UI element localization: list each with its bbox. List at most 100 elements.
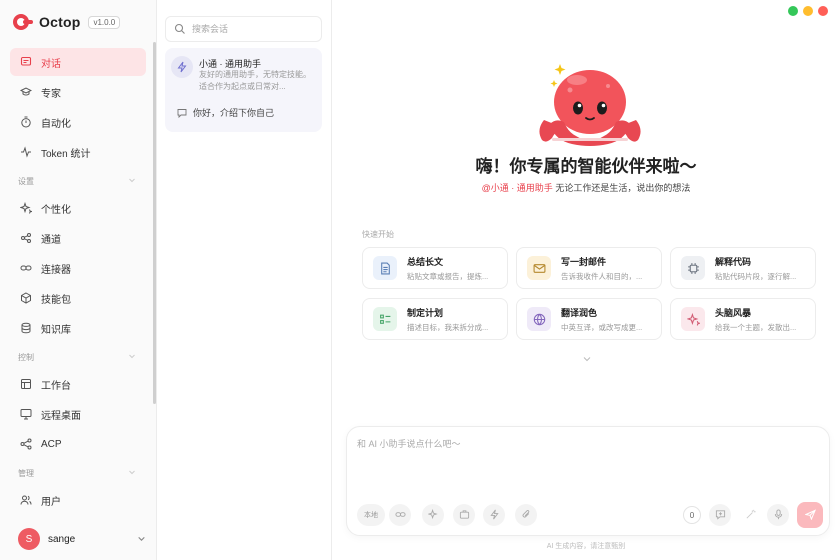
sidebar-item-label: 工作台 — [41, 380, 71, 392]
new-chat-button[interactable] — [709, 504, 731, 526]
conversation-item[interactable]: 小通 · 通用助手 友好的通用助手，无特定技能。适合作为起点或日常对... 你好… — [165, 48, 322, 132]
sidebar-scrollbar[interactable] — [153, 42, 156, 404]
expand-more-icon[interactable] — [582, 353, 592, 367]
send-icon — [803, 508, 816, 522]
conversation-message[interactable]: 你好，介绍下你自己 — [177, 106, 274, 119]
layout-icon — [19, 377, 33, 391]
close-button[interactable] — [818, 6, 828, 16]
local-chip-label: 本地 — [364, 512, 378, 519]
lightning-button[interactable] — [483, 504, 505, 526]
magic-wand-icon — [745, 509, 756, 522]
search-input[interactable] — [192, 24, 312, 34]
window-controls — [788, 6, 828, 16]
chevron-down-icon — [137, 532, 146, 546]
sidebar-item-token-stats[interactable]: Token 统计 — [10, 138, 146, 166]
card-title: 总结长文 — [407, 256, 444, 267]
version-badge: v1.0.0 — [88, 15, 121, 29]
package-button[interactable] — [453, 504, 475, 526]
section-manage[interactable]: 管理 — [10, 460, 146, 486]
local-chip[interactable]: 本地 — [357, 504, 385, 526]
sidebar-item-skill-packs[interactable]: 技能包 — [10, 284, 146, 312]
sidebar-item-chat[interactable]: 对话 — [10, 48, 146, 76]
link-icon — [394, 509, 406, 522]
share-icon — [19, 437, 33, 451]
chevron-down-icon — [128, 176, 136, 186]
sidebar-item-label: 通道 — [41, 234, 61, 246]
card-title: 写一封邮件 — [561, 256, 607, 267]
sidebar-item-automation[interactable]: 自动化 — [10, 108, 146, 136]
sidebar-item-users[interactable]: 用户 — [10, 486, 146, 514]
send-button[interactable] — [797, 502, 823, 528]
section-settings[interactable]: 设置 — [10, 168, 146, 194]
subtitle-text: 无论工作还是生活，说出你的想法 — [552, 183, 691, 193]
link-icon — [19, 261, 33, 275]
message-composer: 本地 0 — [346, 426, 830, 536]
card-desc: 描述目标，我来拆分成... — [407, 322, 489, 332]
card-desc: 粘贴文章或报告，提炼... — [407, 271, 489, 281]
skills-button[interactable] — [422, 504, 444, 526]
sidebar-item-acp[interactable]: ACP — [10, 430, 146, 458]
lightning-icon — [489, 509, 500, 522]
chip-icon — [681, 256, 705, 280]
sparkles-icon — [426, 508, 439, 522]
document-icon — [373, 256, 397, 280]
sparkle-icon — [681, 307, 705, 331]
briefcase-icon — [459, 509, 470, 522]
user-menu[interactable]: S sange — [10, 525, 146, 553]
voice-button[interactable] — [767, 504, 789, 526]
link-button[interactable] — [389, 504, 411, 526]
sidebar-item-remote-desktop[interactable]: 远程桌面 — [10, 400, 146, 428]
sidebar-item-workbench[interactable]: 工作台 — [10, 370, 146, 398]
microphone-icon — [773, 508, 784, 522]
card-desc: 粘贴代码片段，逐行解... — [715, 271, 797, 281]
quick-card-summarize[interactable]: 总结长文 粘贴文章或报告，提炼... — [362, 247, 508, 289]
graduation-cap-icon — [19, 85, 33, 99]
card-title: 头脑风暴 — [715, 307, 752, 318]
section-label: 设置 — [18, 176, 34, 186]
sidebar-item-connectors[interactable]: 连接器 — [10, 254, 146, 282]
welcome-title: 嗨！你专属的智能伙伴来啦～ — [475, 157, 697, 176]
quick-card-code[interactable]: 解释代码 粘贴代码片段，逐行解... — [670, 247, 816, 289]
sidebar-item-label: 专家 — [41, 88, 61, 100]
timer-icon — [19, 115, 33, 129]
app-logo[interactable]: Octop v1.0.0 — [12, 12, 121, 32]
sidebar-item-label: 知识库 — [41, 324, 71, 336]
channel-icon — [19, 231, 33, 245]
magic-button[interactable] — [739, 504, 761, 526]
quick-start-label: 快速开始 — [362, 230, 394, 239]
token-counter-value: 0 — [689, 510, 695, 520]
conversation-message-text: 你好，介绍下你自己 — [193, 108, 275, 118]
sidebar-item-label: ACP — [41, 438, 62, 450]
section-control[interactable]: 控制 — [10, 344, 146, 370]
card-title: 翻译润色 — [561, 307, 598, 318]
token-counter: 0 — [683, 506, 701, 524]
quick-card-translate[interactable]: 翻译润色 中英互译，或改写成更... — [516, 298, 662, 340]
card-desc: 给我一个主题，发散出... — [715, 322, 797, 332]
activity-icon — [19, 145, 33, 159]
sidebar-item-experts[interactable]: 专家 — [10, 78, 146, 106]
card-desc: 中英互译，或改写成更... — [561, 322, 643, 332]
globe-icon — [527, 307, 551, 331]
message-input[interactable] — [357, 437, 817, 477]
database-icon — [19, 321, 33, 335]
user-name: sange — [48, 533, 76, 545]
sidebar-item-channels[interactable]: 通道 — [10, 224, 146, 252]
mail-icon — [527, 256, 551, 280]
package-icon — [19, 291, 33, 305]
quick-card-brainstorm[interactable]: 头脑风暴 给我一个主题，发散出... — [670, 298, 816, 340]
quick-card-email[interactable]: 写一封邮件 告诉我收件人和目的，... — [516, 247, 662, 289]
assistant-tag[interactable]: @小通 · 通用助手 — [482, 183, 553, 193]
attach-button[interactable] — [515, 504, 537, 526]
minimize-button[interactable] — [803, 6, 813, 16]
avatar: S — [18, 528, 40, 550]
sidebar-item-label: 用户 — [41, 496, 61, 508]
conversation-description: 友好的通用助手，无特定技能。适合作为起点或日常对... — [199, 70, 311, 91]
maximize-button[interactable] — [788, 6, 798, 16]
quick-card-plan[interactable]: 制定计划 描述目标，我来拆分成... — [362, 298, 508, 340]
search-box[interactable] — [165, 16, 322, 42]
sidebar-item-personalize[interactable]: 个性化 — [10, 194, 146, 222]
sidebar-item-knowledge-base[interactable]: 知识库 — [10, 314, 146, 342]
lightning-icon — [171, 56, 193, 78]
sidebar-item-label: 远程桌面 — [41, 410, 81, 422]
chevron-down-icon — [128, 352, 136, 362]
